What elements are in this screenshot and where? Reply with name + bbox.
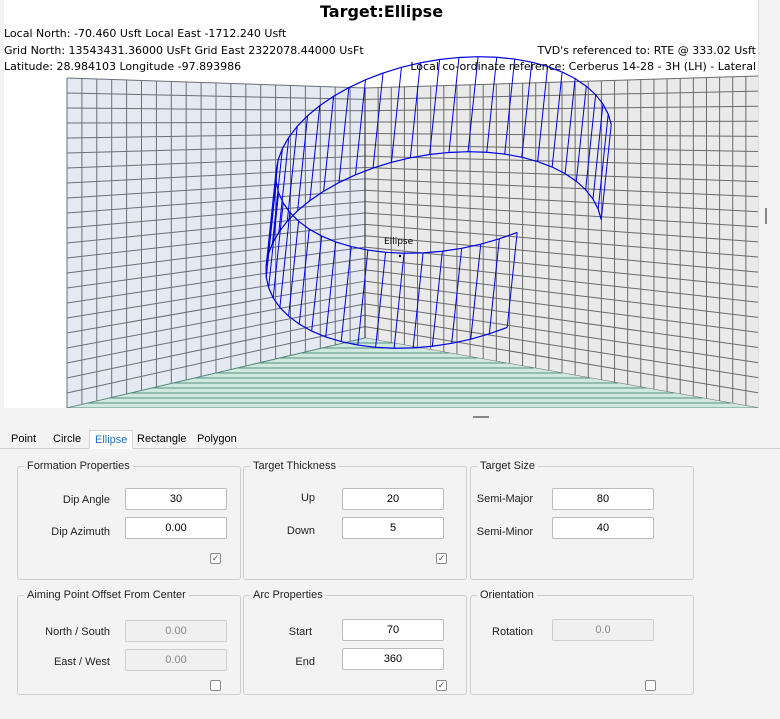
- tab-circle[interactable]: Circle: [48, 430, 86, 449]
- 3d-viewer[interactable]: Target:Ellipse Local North: -70.460 Usft…: [4, 0, 759, 408]
- thickness-checkbox[interactable]: ✓: [436, 553, 447, 564]
- target-type-tabs: Point Circle Ellipse Rectangle Polygon: [0, 430, 780, 449]
- orientation-group: Orientation Rotation 0.0: [470, 589, 694, 695]
- up-input[interactable]: 20: [342, 488, 444, 510]
- end-label: End: [295, 656, 315, 668]
- target-size-group: Target Size Semi-Major 80 Semi-Minor 40: [470, 460, 694, 580]
- rotation-label: Rotation: [492, 626, 533, 638]
- semi-major-label: Semi-Major: [476, 493, 533, 505]
- grid-coordinates: Grid North: 13543431.36000 UsFt Grid Eas…: [4, 44, 364, 57]
- up-label: Up: [300, 492, 315, 504]
- group-title: Aiming Point Offset From Center: [24, 589, 189, 601]
- down-input[interactable]: 5: [342, 517, 444, 539]
- east-west-label: East / West: [53, 656, 110, 668]
- tab-rectangle[interactable]: Rectangle: [132, 430, 192, 449]
- arc-properties-group: Arc Properties Start 70 End 360 ✓: [243, 589, 467, 695]
- tab-polygon[interactable]: Polygon: [192, 430, 242, 449]
- arc-checkbox[interactable]: ✓: [436, 680, 447, 691]
- semi-major-input[interactable]: 80: [552, 488, 654, 510]
- north-south-input[interactable]: 0.00: [125, 620, 227, 642]
- orientation-checkbox[interactable]: [645, 680, 656, 691]
- vertical-grip-icon[interactable]: [765, 208, 767, 224]
- start-label: Start: [288, 626, 312, 638]
- group-title: Target Size: [477, 460, 539, 472]
- semi-minor-label: Semi-Minor: [476, 526, 533, 538]
- rotation-input[interactable]: 0.0: [552, 619, 654, 641]
- group-title: Formation Properties: [24, 460, 133, 472]
- formation-properties-group: Formation Properties Dip Angle 30 Dip Az…: [17, 460, 241, 580]
- lat-long: Latitude: 28.984103 Longitude -97.893986: [4, 60, 242, 73]
- arc-end-input[interactable]: 360: [342, 648, 444, 670]
- tab-ellipse[interactable]: Ellipse: [89, 430, 134, 449]
- splitter[interactable]: [0, 408, 780, 430]
- formation-checkbox[interactable]: ✓: [210, 553, 221, 564]
- dip-angle-input[interactable]: 30: [125, 488, 227, 510]
- dip-azimuth-input[interactable]: 0.00: [125, 517, 227, 539]
- splitter-grip-icon[interactable]: [473, 416, 489, 418]
- dip-azimuth-label: Dip Azimuth: [51, 526, 110, 538]
- group-title: Orientation: [477, 589, 537, 601]
- arc-start-input[interactable]: 70: [342, 619, 444, 641]
- dip-angle-label: Dip Angle: [62, 494, 110, 506]
- viewer-title: Target:Ellipse: [319, 2, 444, 21]
- target-label: Ellipse: [384, 237, 414, 247]
- group-title: Target Thickness: [250, 460, 339, 472]
- down-label: Down: [286, 525, 315, 537]
- aiming-point-group: Aiming Point Offset From Center North / …: [17, 589, 241, 695]
- east-west-input[interactable]: 0.00: [125, 649, 227, 671]
- aiming-checkbox[interactable]: [210, 680, 221, 691]
- group-title: Arc Properties: [250, 589, 326, 601]
- semi-minor-input[interactable]: 40: [552, 517, 654, 539]
- tab-point[interactable]: Point: [6, 430, 41, 449]
- north-south-label: North / South: [45, 626, 110, 638]
- local-coordinates: Local North: -70.460 Usft Local East -17…: [4, 27, 287, 40]
- tvd-reference: TVD's referenced to: RTE @ 333.02 Usft: [537, 44, 756, 57]
- target-thickness-group: Target Thickness Up 20 Down 5 ✓: [243, 460, 467, 580]
- coordinate-reference: Local co-ordinate reference: Cerberus 14…: [410, 60, 756, 73]
